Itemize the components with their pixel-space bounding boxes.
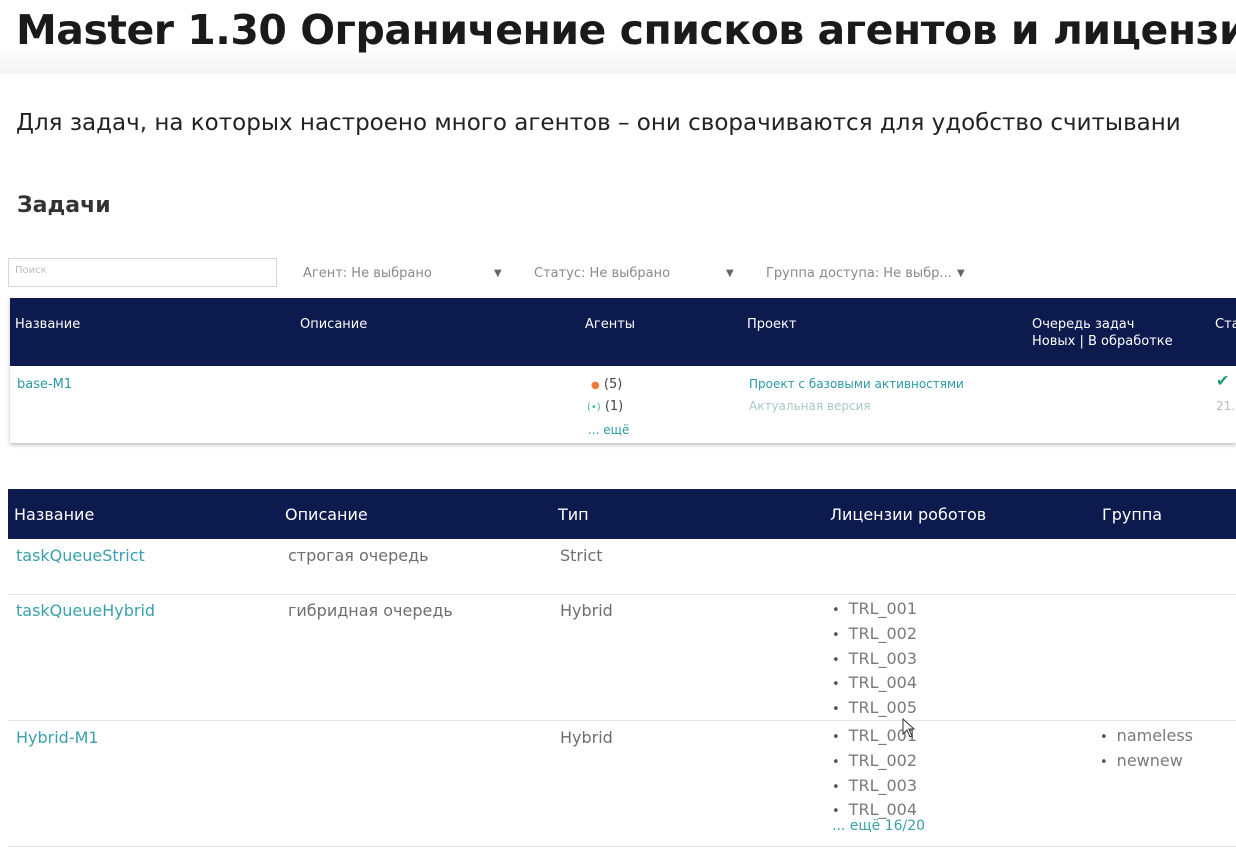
queue-description: строгая очередь [288,546,429,565]
queue-type: Hybrid [560,601,613,620]
agents-count-robot: (•) (1) [587,399,624,414]
column-header-queue[interactable]: Очередь задач [1032,316,1134,333]
agents-count-active: ● (5) [591,377,623,392]
column-header-name[interactable]: Название [15,316,80,333]
chevron-down-icon[interactable]: ▼ [726,268,734,279]
chevron-down-icon[interactable]: ▼ [957,268,965,279]
agents-more-link[interactable]: ... ещё [588,422,629,439]
column-header-project[interactable]: Проект [747,316,796,333]
project-link[interactable]: Проект с базовыми активностями [749,376,964,393]
status-date: 21. [1216,399,1236,413]
queue-description: гибридная очередь [288,601,453,620]
column-header-queue-sub: Новых | В обработке [1032,334,1173,349]
queue-name-link[interactable]: taskQueueHybrid [16,601,155,620]
column-header-group[interactable]: Группа [1102,505,1162,524]
list-item: TRL_004 [832,672,917,697]
group-filter-select[interactable]: Группа доступа: Не выбр... [766,266,952,281]
row-divider [8,594,1236,595]
tasks-table-header: Название Описание Агенты Проект Очередь … [10,298,1236,366]
list-item: TRL_002 [832,750,917,775]
list-item: TRL_001 [832,598,917,623]
group-list: nameless newnew [1100,725,1193,775]
list-item: TRL_003 [832,648,917,673]
column-header-status[interactable]: Ста [1215,316,1236,333]
list-item: nameless [1100,725,1193,750]
column-header-description[interactable]: Описание [300,316,367,333]
project-version: Актуальная версия [749,399,871,413]
column-header-type[interactable]: Тип [558,505,589,524]
dot-icon: ● [591,380,600,391]
status-filter-select[interactable]: Статус: Не выбрано [534,266,670,281]
row-divider [8,846,1236,847]
search-input[interactable]: Поиск [8,258,277,287]
row-divider [8,720,1236,721]
column-header-name[interactable]: Название [14,505,94,524]
queue-type: Strict [560,546,603,565]
chevron-down-icon[interactable]: ▼ [494,268,502,279]
task-name-link[interactable]: base-M1 [17,376,72,393]
column-header-description[interactable]: Описание [285,505,368,524]
slide-title: Master 1.30 Ограничение списков агентов … [16,6,1236,54]
licenses-more-link[interactable]: ... ещё 16/20 [832,818,925,834]
queue-type: Hybrid [560,728,613,747]
robot-icon: (•) [587,402,601,413]
list-item: newnew [1100,750,1193,775]
queue-name-link[interactable]: taskQueueStrict [16,546,145,565]
queues-table-header: Название Описание Тип Лицензии роботов Г… [8,489,1236,539]
license-list: TRL_001 TRL_002 TRL_003 TRL_004 TRL_005 [832,598,917,722]
agent-filter-select[interactable]: Агент: Не выбрано [303,266,432,281]
slide-subtitle: Для задач, на которых настроено много аг… [16,110,1181,136]
mouse-pointer-icon [902,718,916,738]
column-header-licenses[interactable]: Лицензии роботов [830,505,986,524]
list-item: TRL_003 [832,775,917,800]
tasks-table: Название Описание Агенты Проект Очередь … [10,298,1236,443]
page-title: Задачи [17,193,111,218]
queue-name-link[interactable]: Hybrid-M1 [16,728,99,747]
license-list: TRL_001 TRL_002 TRL_003 TRL_004 [832,725,917,824]
column-header-agents[interactable]: Агенты [585,316,635,333]
check-icon: ✔ [1216,371,1230,390]
list-item: TRL_002 [832,623,917,648]
